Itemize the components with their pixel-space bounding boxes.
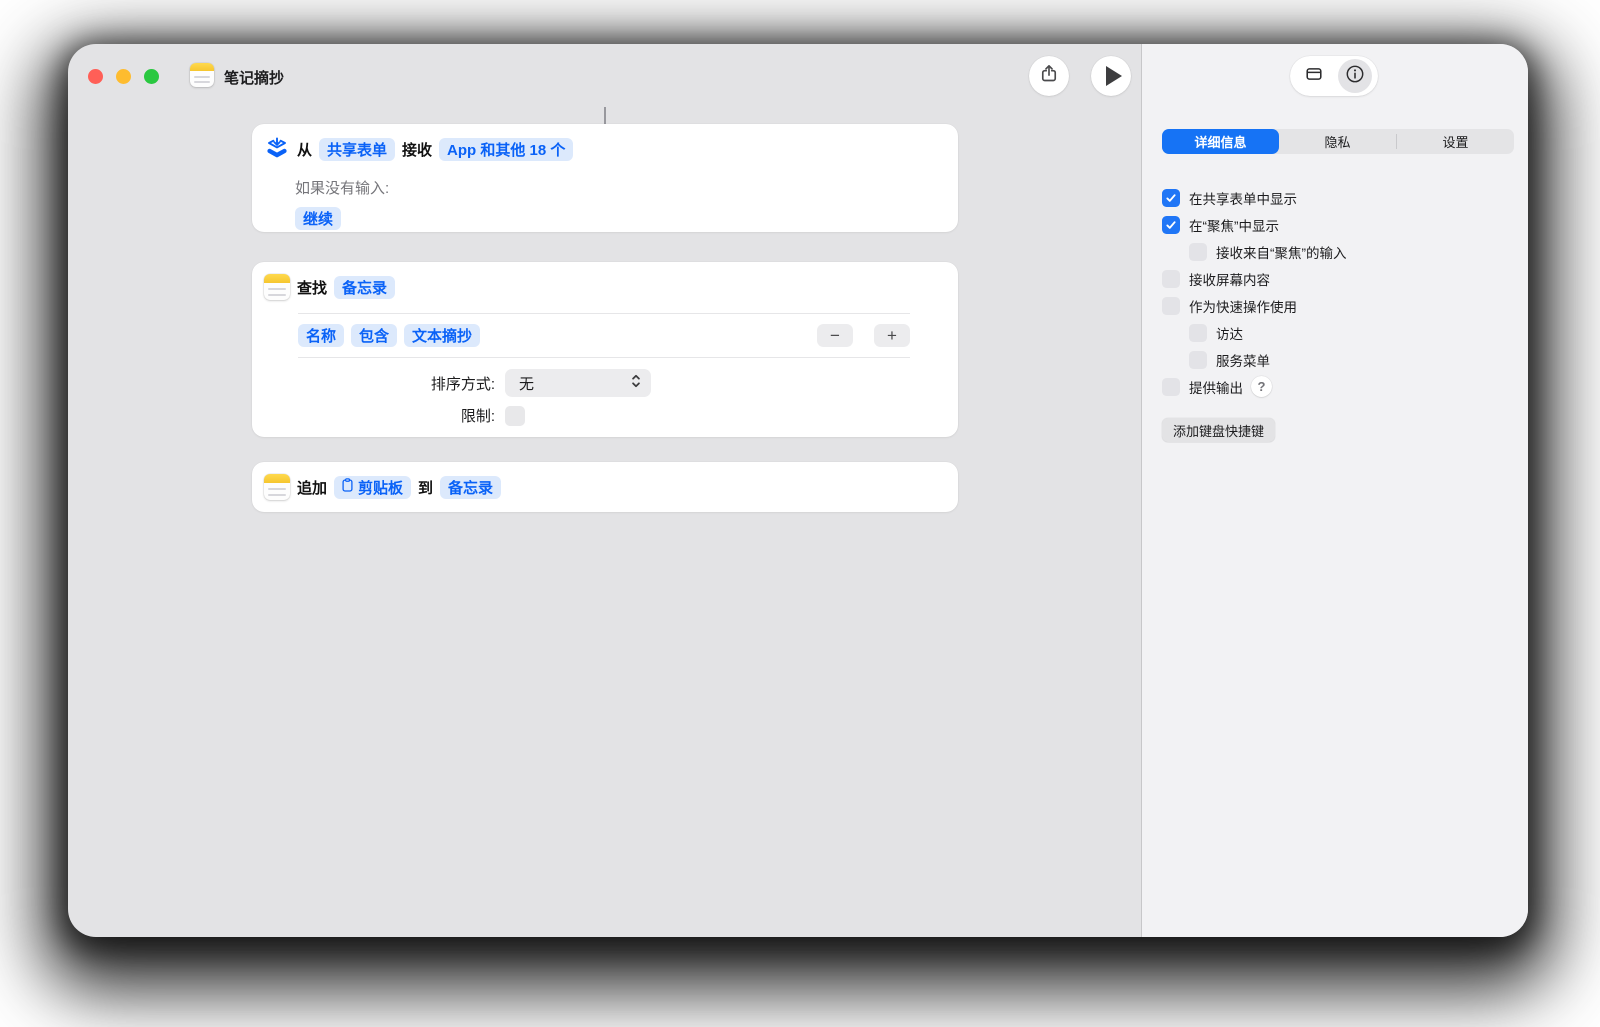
option-show-in-spotlight: 在“聚焦”中显示 — [1162, 211, 1514, 238]
minimize-window-button[interactable] — [116, 69, 131, 84]
add-keyboard-shortcut-button[interactable]: 添加键盘快捷键 — [1162, 418, 1275, 442]
append-verb: 追加 — [297, 477, 327, 498]
sort-by-label: 排序方式: — [264, 373, 495, 394]
sort-by-value: 无 — [519, 373, 629, 394]
clipboard-pill[interactable]: 剪贴板 — [334, 476, 411, 499]
option-provide-output: 提供输出 ? — [1162, 373, 1514, 400]
shortcuts-editor-window: 笔记摘抄 — [68, 44, 1528, 937]
clipboard-icon — [342, 478, 353, 496]
input-types-pill[interactable]: App 和其他 18 个 — [439, 138, 573, 161]
checkbox[interactable] — [1162, 189, 1180, 207]
checkbox[interactable] — [1189, 324, 1207, 342]
option-use-as-quick-action: 作为快速操作使用 — [1162, 292, 1514, 319]
run-shortcut-button[interactable] — [1091, 56, 1131, 96]
action-library-tab[interactable] — [1296, 59, 1332, 93]
notes-app-icon — [264, 474, 290, 500]
details-options-list: 在共享表单中显示 在“聚焦”中显示 接收来自“聚焦”的输入 接收屏幕内容 作为快… — [1162, 184, 1514, 400]
find-target-pill[interactable]: 备忘录 — [334, 276, 395, 299]
inspector-sidebar: 详细信息 隐私 设置 在共享表单中显示 在“聚焦”中显示 接收来自“聚焦”的输入 — [1141, 44, 1528, 937]
close-window-button[interactable] — [88, 69, 103, 84]
inspector-mode-switcher — [1290, 56, 1378, 96]
checkbox[interactable] — [1189, 351, 1207, 369]
receive-prefix: 从 — [297, 139, 312, 160]
option-show-in-share-sheet: 在共享表单中显示 — [1162, 184, 1514, 211]
action-card-find-notes[interactable]: 查找 备忘录 名称 包含 文本摘抄 − + 排序方式: 无 — [252, 262, 958, 437]
share-sheet-input-icon — [264, 136, 290, 162]
continue-pill[interactable]: 继续 — [295, 207, 341, 230]
limit-label: 限制: — [264, 405, 495, 426]
tab-privacy[interactable]: 隐私 — [1279, 129, 1396, 154]
help-button[interactable]: ? — [1251, 376, 1272, 397]
option-receive-from-spotlight: 接收来自“聚焦”的输入 — [1162, 238, 1514, 265]
no-input-label: 如果没有输入: — [295, 177, 389, 198]
option-services-menu: 服务菜单 — [1162, 346, 1514, 373]
share-button[interactable] — [1029, 56, 1069, 96]
remove-filter-button[interactable]: − — [817, 324, 853, 347]
zoom-window-button[interactable] — [144, 69, 159, 84]
insertion-caret — [604, 107, 606, 124]
action-card-append[interactable]: 追加 剪贴板 到 备忘录 — [252, 462, 958, 512]
notes-app-icon — [190, 63, 214, 87]
screenshot-stage: 笔记摘抄 — [0, 0, 1600, 1027]
tab-details[interactable]: 详细信息 — [1162, 129, 1279, 154]
action-card-receive[interactable]: 从 共享表单 接收 App 和其他 18 个 如果没有输入: 继续 — [252, 124, 958, 232]
receive-verb: 接收 — [402, 139, 432, 160]
action-library-icon — [1303, 63, 1325, 90]
checkbox[interactable] — [1189, 243, 1207, 261]
checkbox[interactable] — [1162, 270, 1180, 288]
limit-checkbox[interactable] — [505, 406, 525, 426]
inspector-tabbar: 详细信息 隐私 设置 — [1162, 129, 1514, 154]
append-target-pill[interactable]: 备忘录 — [440, 476, 501, 499]
share-icon — [1038, 63, 1060, 90]
append-middle: 到 — [418, 477, 433, 498]
chevron-up-down-icon — [629, 371, 643, 395]
info-panel-tab[interactable] — [1338, 59, 1372, 93]
share-sheet-source-pill[interactable]: 共享表单 — [319, 138, 395, 161]
filter-value-pill[interactable]: 文本摘抄 — [404, 324, 480, 347]
option-finder: 访达 — [1162, 319, 1514, 346]
notes-app-icon — [264, 274, 290, 300]
checkbox[interactable] — [1162, 378, 1180, 396]
info-icon — [1344, 63, 1366, 90]
filter-field-pill[interactable]: 名称 — [298, 324, 344, 347]
play-icon — [1106, 66, 1122, 86]
card-divider — [298, 357, 910, 358]
sort-by-dropdown[interactable]: 无 — [505, 369, 651, 397]
checkbox[interactable] — [1162, 216, 1180, 234]
tab-settings[interactable]: 设置 — [1397, 129, 1514, 154]
shortcut-title: 笔记摘抄 — [224, 67, 284, 88]
find-verb: 查找 — [297, 277, 327, 298]
filter-operator-pill[interactable]: 包含 — [351, 324, 397, 347]
option-receive-screen-content: 接收屏幕内容 — [1162, 265, 1514, 292]
checkbox[interactable] — [1162, 297, 1180, 315]
add-filter-button[interactable]: + — [874, 324, 910, 347]
